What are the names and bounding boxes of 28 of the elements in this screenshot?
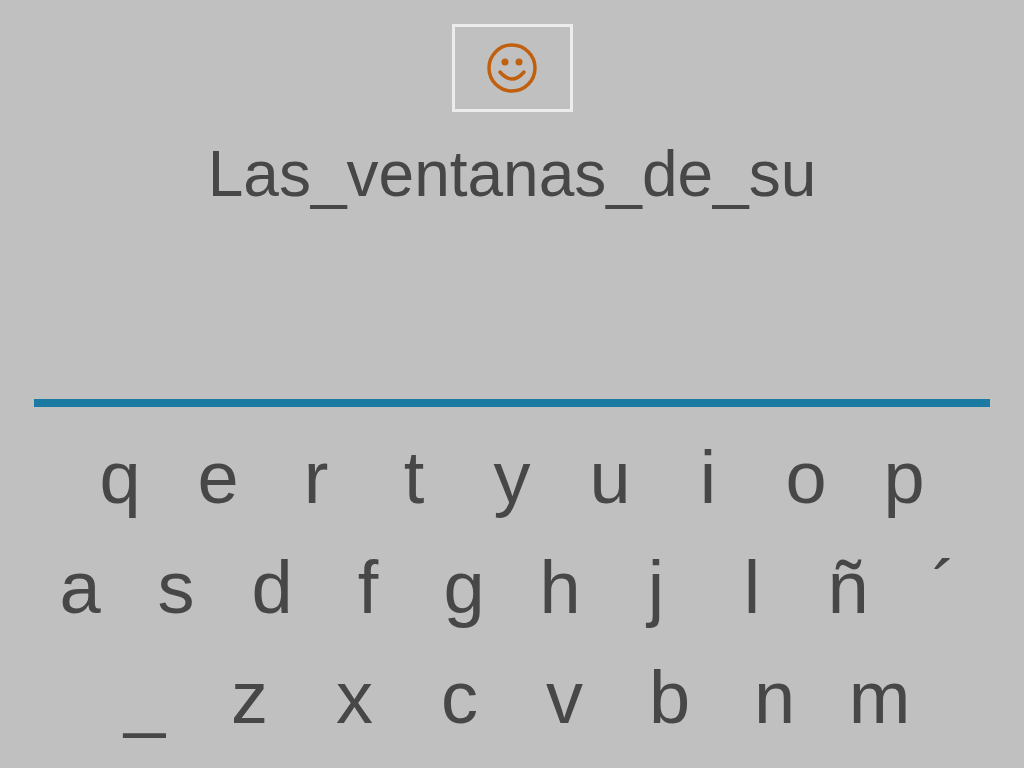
letter-key[interactable]: b xyxy=(617,643,722,753)
letter-key[interactable]: _ xyxy=(92,643,197,753)
letter-key[interactable]: h xyxy=(512,533,608,643)
letter-key[interactable]: l xyxy=(704,533,800,643)
letter-key[interactable]: d xyxy=(224,533,320,643)
letter-key[interactable]: y xyxy=(463,423,561,533)
smiley-icon xyxy=(486,42,538,94)
letter-key[interactable]: i xyxy=(659,423,757,533)
letter-key[interactable]: a xyxy=(32,533,128,643)
letter-key[interactable]: f xyxy=(320,533,416,643)
letter-key[interactable]: o xyxy=(757,423,855,533)
letter-key[interactable]: x xyxy=(302,643,407,753)
letter-key[interactable]: j xyxy=(608,533,704,643)
letter-key[interactable]: u xyxy=(561,423,659,533)
letter-key[interactable]: c xyxy=(407,643,512,753)
letter-key[interactable]: n xyxy=(722,643,827,753)
letter-key[interactable]: g xyxy=(416,533,512,643)
letter-key[interactable]: ´ xyxy=(896,533,992,643)
letter-key[interactable]: m xyxy=(827,643,932,753)
letter-key[interactable]: s xyxy=(128,533,224,643)
letter-key[interactable]: q xyxy=(71,423,169,533)
letter-key[interactable]: e xyxy=(169,423,267,533)
letter-key[interactable]: ñ xyxy=(800,533,896,643)
letter-key[interactable]: v xyxy=(512,643,617,753)
letter-key[interactable]: z xyxy=(197,643,302,753)
letter-key[interactable]: p xyxy=(855,423,953,533)
letter-key[interactable]: r xyxy=(267,423,365,533)
letter-key[interactable]: t xyxy=(365,423,463,533)
